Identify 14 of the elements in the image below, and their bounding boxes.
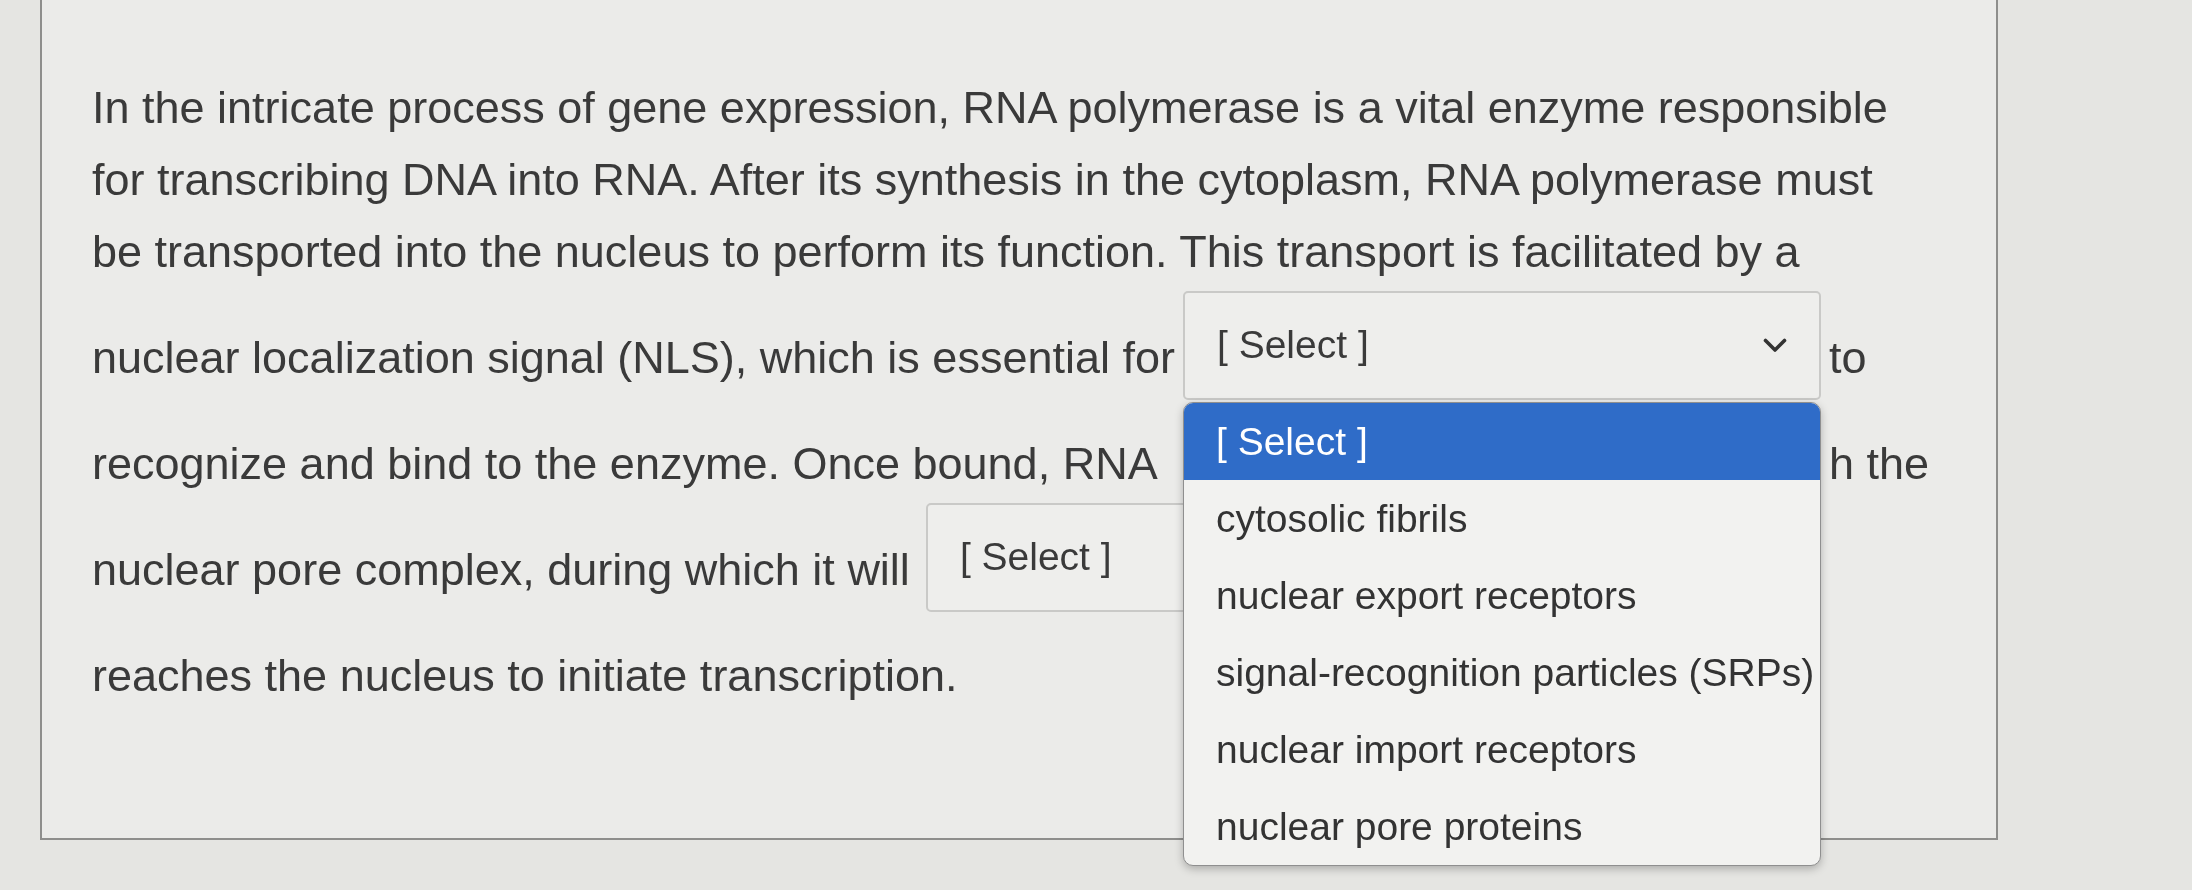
- question-text: for transcribing DNA into RNA. After its synthesis in the cytoplasm, RNA polymerase must: [92, 153, 1873, 207]
- answer-dropdown[interactable]: [ Select ]: [1183, 290, 1821, 400]
- question-text: In the intricate process of gene expression, RNA polymerase is a vital enzyme responsible: [92, 81, 1888, 135]
- dropdown-option[interactable]: nuclear import receptors: [1184, 711, 1820, 788]
- question-text: nuclear localization signal (NLS), which is essential for: [92, 331, 1175, 385]
- dropdown-option[interactable]: signal-recognition particles (SRPs): [1184, 634, 1820, 711]
- question-text: recognize and bind to the enzyme. Once bound, RNA: [92, 437, 1158, 491]
- dropdown-option[interactable]: [ Select ]: [1184, 403, 1820, 480]
- question-text: to: [1829, 331, 1867, 385]
- dropdown-option[interactable]: nuclear pore proteins: [1184, 788, 1820, 865]
- question-text: reaches the nucleus to initiate transcription.: [92, 649, 958, 703]
- question-text: be transported into the nucleus to perform its function. This transport is facilitated by a: [92, 225, 1800, 279]
- question-text: h the: [1829, 437, 1930, 491]
- question-text: nuclear pore complex, during which it will: [92, 543, 910, 597]
